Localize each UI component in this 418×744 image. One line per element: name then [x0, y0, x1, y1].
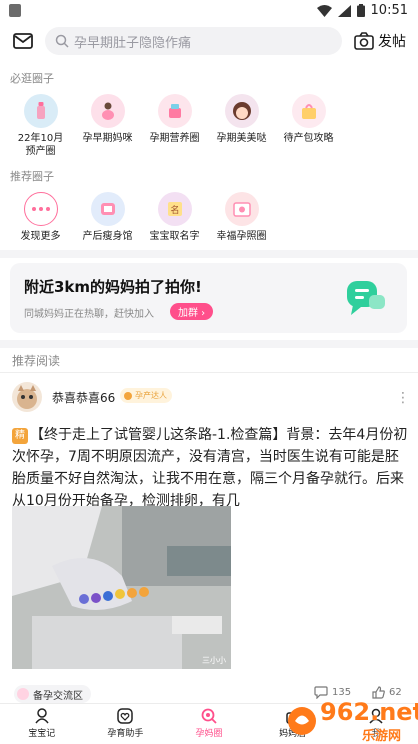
- notification-icon: [9, 4, 21, 17]
- status-bar: 10:51: [0, 0, 418, 24]
- featured-badge: 精: [12, 428, 28, 444]
- status-time: 10:51: [370, 3, 408, 18]
- recommended-reading-title: 推荐阅读: [12, 354, 61, 368]
- tag-icon: [17, 688, 29, 700]
- circle-item-delivery-bag[interactable]: 待产包攻略: [275, 94, 342, 158]
- camera-icon: [354, 32, 374, 50]
- search-input[interactable]: 孕早期肚子隐隐作痛: [45, 27, 342, 55]
- watermark-logo: 962.net 乐游网: [284, 694, 418, 744]
- recommended-circles-title: 推荐圈子: [10, 170, 54, 183]
- tab-label: 宝宝记: [28, 729, 56, 739]
- post-text[interactable]: 精【终于走上了试管婴儿这条路-1.检查篇】背景：去年4月份初次怀孕，7周不明原因…: [12, 424, 408, 512]
- circle-label: 幸福孕照圈: [216, 231, 267, 242]
- post-tag-label: 备孕交流区: [33, 690, 83, 702]
- battery-icon: [356, 4, 365, 17]
- image-caption: 三小小: [202, 656, 226, 665]
- circle-item-postpartum-slim[interactable]: 产后瘦身馆: [74, 192, 141, 243]
- circle-item-baby-name[interactable]: 名 宝宝取名字: [141, 192, 208, 243]
- name-icon: 名: [157, 192, 192, 226]
- circle-item-nutrition[interactable]: 孕期营养圈: [141, 94, 208, 158]
- baby-bottle-icon: [23, 94, 58, 128]
- slim-icon: [90, 192, 125, 226]
- header: 孕早期肚子隐隐作痛 发帖: [0, 24, 418, 58]
- more-options-icon[interactable]: ⋮: [396, 390, 410, 406]
- signal-icon: [337, 4, 351, 17]
- beauty-icon: [224, 94, 259, 128]
- baby-icon: [35, 708, 49, 724]
- photo-icon: [224, 192, 259, 226]
- divider-line: [0, 372, 418, 373]
- circle-label: 宝宝取名字: [149, 231, 200, 242]
- tab-assistant[interactable]: 孕育助手: [84, 704, 168, 744]
- circle-label: 发现更多: [20, 231, 61, 242]
- post-body: 【终于走上了试管婴儿这条路-1.检查篇】背景：去年4月份初次怀孕，7周不明原因流…: [12, 427, 408, 509]
- chat-icon: [347, 281, 385, 315]
- expert-badge: 孕产达人: [120, 388, 172, 403]
- circle-item-early-pregnancy[interactable]: 孕早期妈咪: [74, 94, 141, 158]
- circle-label: 孕期美美哒: [216, 133, 267, 144]
- post-button-label: 发帖: [378, 34, 406, 50]
- wifi-icon: [316, 4, 332, 17]
- tab-label: 孕妈圈: [195, 729, 223, 739]
- nearby-title: 附近3km的妈妈拍了拍你!: [24, 278, 202, 296]
- status-icons: 10:51: [316, 3, 408, 18]
- must-visit-row: 22年10月 预产圈 孕早期妈咪 孕期营养圈 孕期美美哒 待产包攻略: [0, 94, 418, 158]
- tab-baby-record[interactable]: 宝宝记: [0, 704, 84, 744]
- post-image[interactable]: 三小小: [12, 506, 231, 669]
- join-group-button[interactable]: 加群 ›: [170, 303, 214, 320]
- tab-label: 孕育助手: [107, 729, 144, 739]
- tab-mom-circle[interactable]: 孕妈圈: [167, 704, 251, 744]
- watermark-site: 乐游网: [362, 729, 402, 744]
- section-divider: [0, 250, 418, 258]
- nearby-banner[interactable]: 附近3km的妈妈拍了拍你! 同城妈妈正在热聊，赶快加入 加群 ›: [10, 263, 407, 333]
- section-divider: [0, 340, 418, 348]
- circle-search-icon: [201, 708, 217, 724]
- circle-item-beauty[interactable]: 孕期美美哒: [208, 94, 275, 158]
- avatar[interactable]: [12, 382, 42, 412]
- circle-item-happy-photo[interactable]: 幸福孕照圈: [208, 192, 275, 243]
- heart-box-icon: [117, 708, 134, 724]
- post-author[interactable]: 恭喜恭喜66: [52, 389, 115, 406]
- circle-label: 孕早期妈咪: [82, 133, 133, 144]
- circle-label: 产后瘦身馆: [82, 231, 133, 242]
- circle-label-sub: 预产圈: [25, 146, 56, 157]
- circle-label: 22年10月: [17, 133, 64, 144]
- recommended-circles-row: 发现更多 产后瘦身馆 名 宝宝取名字 幸福孕照圈: [0, 192, 418, 243]
- circle-label: 待产包攻略: [283, 133, 334, 144]
- mail-icon[interactable]: [12, 31, 34, 51]
- circle-item-discover-more[interactable]: 发现更多: [7, 192, 74, 243]
- svg-text:名: 名: [170, 204, 179, 216]
- more-dots-icon: [23, 192, 58, 226]
- medal-icon: [124, 391, 132, 400]
- expert-badge-label: 孕产达人: [135, 391, 167, 400]
- pregnant-mom-icon: [90, 94, 125, 128]
- nearby-subtitle: 同城妈妈正在热聊，赶快加入: [24, 309, 154, 320]
- circle-item-22-10[interactable]: 22年10月 预产圈: [7, 94, 74, 158]
- post-tag[interactable]: 备孕交流区: [14, 685, 91, 703]
- watermark-brand: 962.net: [320, 698, 418, 726]
- bag-icon: [291, 94, 326, 128]
- must-visit-title: 必逛圈子: [10, 72, 54, 85]
- post-button[interactable]: 发帖: [354, 28, 406, 54]
- search-placeholder: 孕早期肚子隐隐作痛: [74, 35, 192, 51]
- nutrition-icon: [157, 94, 192, 128]
- search-icon: [55, 34, 69, 48]
- circle-label: 孕期营养圈: [149, 133, 200, 144]
